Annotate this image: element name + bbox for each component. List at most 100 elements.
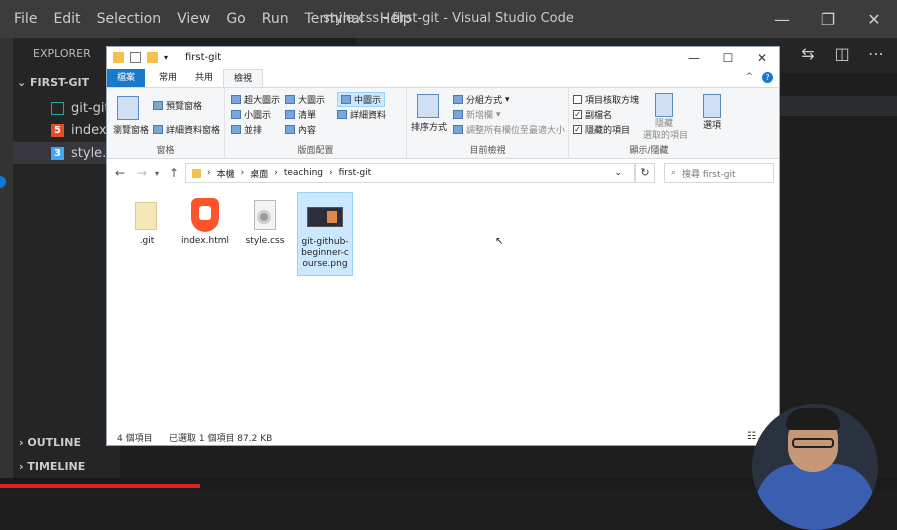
more-actions-icon[interactable]: ⋯ [866,44,886,64]
checkbox-checked-icon: ✓ [573,125,582,134]
file-item-index-html[interactable]: index.html [177,192,233,247]
hidden-items-toggle[interactable]: ✓ 隱藏的項目 [573,123,630,136]
file-name: git-github-beginner-course.png [301,237,349,269]
ribbon: 瀏覽窗格 預覽窗格 詳細資料窗格 窗格 超大圖示 大圖示 中圖示 小圖示 清單 … [107,87,779,159]
group-by-icon [453,95,463,104]
chevron-down-icon: ⌄ [17,76,31,89]
menu-selection[interactable]: Selection [89,11,170,27]
refresh-button[interactable]: ↻ [635,163,655,183]
item-checkboxes-toggle[interactable]: 項目核取方塊 [573,93,639,106]
ribbon-tabs: 檔案 常用 共用 檢視 ^ ? [107,69,779,87]
layout-large-icons[interactable]: 大圖示 [285,93,325,106]
menu-terminal[interactable]: Terminal [297,11,372,27]
group-by-button[interactable]: 分組方式 ▾ [453,93,510,106]
preview-pane-button[interactable]: 預覽窗格 [153,99,202,112]
file-name: index.html [181,236,229,246]
menu-help[interactable]: Help [372,11,420,27]
up-arrow-icon[interactable]: ↑ [169,166,179,180]
activity-bar [0,38,13,489]
close-button[interactable]: ✕ [851,0,897,38]
hide-selected-label-2[interactable]: 選取的項目 [643,128,688,141]
minimize-button[interactable]: — [759,0,805,38]
tab-file[interactable]: 檔案 [107,69,146,87]
split-editor-icon[interactable]: ◫ [832,44,852,64]
add-column-button[interactable]: 新增欄 ▾ [453,108,501,121]
layout-list[interactable]: 清單 [285,108,316,121]
quick-access-toolbar: ▾ [113,52,175,63]
breadcrumb-this-pc[interactable]: 本機 [217,167,235,180]
outline-section[interactable]: › OUTLINE [19,436,81,449]
timeline-section[interactable]: › TIMELINE [19,460,85,473]
details-pane-button[interactable]: 詳細資料窗格 [153,123,220,136]
menu-view[interactable]: View [169,11,218,27]
checkbox-unchecked-icon [573,95,582,104]
file-list: .git index.html style.css git-github-beg… [107,186,779,424]
folder-first-git[interactable]: ⌄ FIRST-GIT [17,76,89,89]
tab-share[interactable]: 共用 [185,69,223,87]
panes-group: 瀏覽窗格 預覽窗格 詳細資料窗格 窗格 [107,88,225,159]
address-bar[interactable]: › 本機 › 桌面 › teaching › first-git ⌄ [185,163,635,183]
compare-changes-icon[interactable]: ⇆ [798,44,818,64]
file-extensions-toggle[interactable]: ✓ 副檔名 [573,108,612,121]
close-button[interactable]: ✕ [745,47,779,69]
restore-button[interactable]: ❐ [805,0,851,38]
collapse-ribbon-icon[interactable]: ^ [745,72,753,82]
menu-run[interactable]: Run [254,11,297,27]
layout-details[interactable]: 詳細資料 [337,108,386,121]
breadcrumb-first-git[interactable]: first-git [339,168,372,178]
maximize-button[interactable]: ☐ [711,47,745,69]
minimize-button[interactable]: — [677,47,711,69]
layout-tiles[interactable]: 並排 [231,123,262,136]
selection-info: 已選取 1 個項目 87.2 KB [169,434,273,444]
chevron-down-icon[interactable]: ⌄ [614,168,622,178]
back-arrow-icon[interactable]: ← [115,166,125,180]
menu-edit[interactable]: Edit [45,11,88,27]
outline-label: OUTLINE [27,436,81,449]
navigation-pane-button[interactable]: 瀏覽窗格 [113,123,149,136]
folder-label: FIRST-GIT [30,76,90,89]
layout-extra-large-icons[interactable]: 超大圖示 [231,93,280,106]
medium-icons-icon [341,95,351,104]
current-view-group-label: 目前檢視 [469,146,506,156]
layout-medium-icons[interactable]: 中圖示 [337,92,386,107]
file-item-style[interactable]: 3 style.c [13,142,120,164]
layout-small-icons[interactable]: 小圖示 [231,108,271,121]
layout-item-label: 清單 [298,111,317,121]
file-item-style-css[interactable]: style.css [237,192,293,247]
sort-by-button[interactable]: 排序方式 [411,120,447,133]
layout-item-label: 中圖示 [354,96,382,106]
layout-content[interactable]: 內容 [285,123,316,136]
tab-home[interactable]: 常用 [149,69,187,87]
menu-file[interactable]: File [6,11,45,27]
file-item-index[interactable]: 5 index. [13,119,120,141]
layout-group: 超大圖示 大圖示 中圖示 小圖示 清單 詳細資料 並排 內容 版面配置 [225,88,407,159]
file-item-git-git[interactable]: git-git [13,97,120,119]
explorer-window-controls: — ☐ ✕ [677,47,779,69]
options-button[interactable]: 選項 [703,118,721,131]
checkbox-icon[interactable] [130,52,141,63]
file-item-png[interactable]: git-github-beginner-course.png [297,192,353,276]
new-folder-icon[interactable] [147,52,158,63]
breadcrumb-teaching[interactable]: teaching [284,168,323,178]
show-hide-group: 項目核取方塊 ✓ 副檔名 ✓ 隱藏的項目 隱藏 選取的項目 選項 顯示/隱藏 [569,88,779,159]
search-box[interactable]: ⌕ 搜尋 first-git [664,163,774,183]
explorer-sidebar: EXPLORER ⌄ FIRST-GIT git-git 5 index. 3 … [13,38,120,489]
help-icon[interactable]: ? [762,72,773,83]
forward-arrow-icon[interactable]: → [137,166,147,180]
menu-go[interactable]: Go [218,11,253,27]
video-progress-bar [0,484,200,488]
breadcrumb-desktop[interactable]: 桌面 [250,167,268,180]
file-item-git[interactable]: .git [119,192,175,247]
fit-columns-button[interactable]: 調整所有欄位至最適大小 [453,123,565,136]
recent-locations-icon[interactable]: ▾ [155,169,159,178]
folder-icon [132,198,162,232]
details-icon [337,110,347,119]
panes-group-label: 窗格 [156,146,175,156]
layout-item-label: 詳細資料 [350,111,387,121]
file-name: .git [139,236,155,246]
details-view-icon[interactable]: ☷ [747,431,756,442]
tab-view[interactable]: 檢視 [223,69,264,87]
chevron-down-icon: ▾ [496,109,501,120]
chevron-down-icon[interactable]: ▾ [164,52,175,63]
navigation-pane-icon [117,96,139,120]
